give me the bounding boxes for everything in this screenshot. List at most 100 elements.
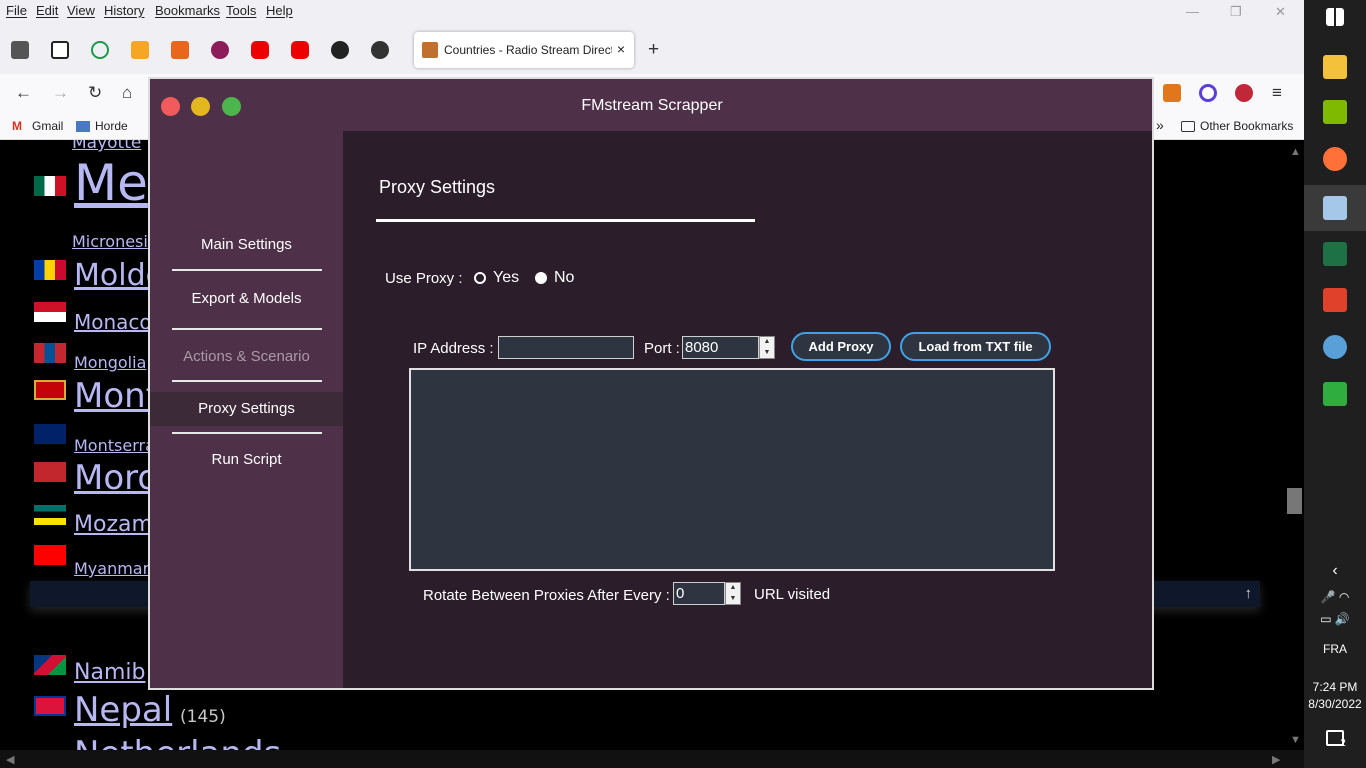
file-explorer-icon[interactable] xyxy=(1323,55,1347,79)
flag-myanmar-icon xyxy=(34,545,66,565)
port-input[interactable] xyxy=(682,336,759,359)
close-window-icon[interactable]: ✕ xyxy=(1275,4,1286,20)
sidebar-divider xyxy=(172,269,322,271)
rotate-stepper[interactable]: ▲ ▼ xyxy=(725,582,741,605)
page-horizontal-scrollbar[interactable]: ◀ ▶ xyxy=(0,750,1304,768)
country-link-namibia[interactable]: Namib xyxy=(74,660,145,685)
camtasia-icon[interactable] xyxy=(1323,288,1347,312)
battery-volume-icon[interactable]: ▭ 🔊 xyxy=(1304,612,1366,626)
port-down-icon[interactable]: ▼ xyxy=(760,348,774,358)
camtasia-green-icon[interactable] xyxy=(1323,382,1347,406)
scroll-left-arrow-icon[interactable]: ◀ xyxy=(6,753,14,766)
bookmark-horde[interactable]: Horde xyxy=(95,119,128,133)
pinned-tab-alien-icon[interactable] xyxy=(371,41,389,59)
menu-tools[interactable]: Tools xyxy=(226,3,256,18)
country-link-montenegro[interactable]: Mont xyxy=(74,376,159,416)
url-visited-label: URL visited xyxy=(754,586,831,603)
menu-bookmarks[interactable]: Bookmarks xyxy=(155,3,220,18)
use-proxy-yes-label[interactable]: Yes xyxy=(493,269,519,287)
sidebar-item-actions-scenario[interactable]: Actions & Scenario xyxy=(150,340,343,374)
tab-close-icon[interactable]: × xyxy=(617,41,625,57)
scroll-top-button[interactable]: ↑ xyxy=(1245,585,1253,602)
windows-taskbar: ‹ 🎤 ◠ ▭ 🔊 FRA 7:24 PM 8/30/2022 2 xyxy=(1304,0,1366,768)
bookmark-other[interactable]: Other Bookmarks xyxy=(1200,119,1293,133)
country-link-morocco[interactable]: Moro xyxy=(74,458,158,498)
sidebar-item-proxy-settings[interactable]: Proxy Settings xyxy=(150,392,343,426)
forward-icon[interactable]: → xyxy=(52,83,69,103)
port-label: Port : xyxy=(644,340,680,357)
sidebar-item-run-script[interactable]: Run Script xyxy=(150,443,343,477)
app-title: FMstream Scrapper xyxy=(581,97,723,114)
fmstream-app-icon[interactable] xyxy=(1323,196,1347,220)
extension-k-icon[interactable] xyxy=(1235,84,1253,102)
app-title-bar[interactable]: FMstream Scrapper xyxy=(150,79,1152,131)
rotate-count-input[interactable] xyxy=(673,582,725,605)
rotate-up-icon[interactable]: ▲ xyxy=(726,583,740,593)
pinned-tab-github-icon[interactable] xyxy=(331,41,349,59)
pinned-tab-etsy-icon[interactable] xyxy=(171,41,189,59)
country-link-netherlands[interactable]: Netherlands xyxy=(74,734,281,750)
use-proxy-no-label[interactable]: No xyxy=(554,269,574,287)
clock-date[interactable]: 8/30/2022 xyxy=(1304,697,1366,711)
scroll-down-arrow-icon[interactable]: ▼ xyxy=(1290,734,1301,746)
clock-time[interactable]: 7:24 PM xyxy=(1304,680,1366,694)
extension-circle-icon[interactable] xyxy=(1199,84,1217,102)
app-menu-icon[interactable]: ≡ xyxy=(1272,83,1282,103)
port-up-icon[interactable]: ▲ xyxy=(760,337,774,347)
use-proxy-no-radio[interactable] xyxy=(535,272,547,284)
minimize-icon[interactable]: — xyxy=(1186,4,1199,19)
pinned-tab-save-icon[interactable] xyxy=(11,41,29,59)
country-link-nepal[interactable]: Nepal xyxy=(74,690,172,730)
country-link-monaco[interactable]: Monaco xyxy=(74,310,152,334)
bookmarks-overflow-icon[interactable]: » xyxy=(1156,117,1164,133)
pinned-tab-grid-icon[interactable] xyxy=(131,41,149,59)
pinned-tab-youtube-icon-2[interactable] xyxy=(291,41,309,59)
use-proxy-yes-radio[interactable] xyxy=(474,272,486,284)
windows-start-icon[interactable] xyxy=(1326,8,1344,26)
back-icon[interactable]: ← xyxy=(15,83,32,103)
country-link-montserrat[interactable]: Montserra xyxy=(74,436,155,455)
excel-icon[interactable] xyxy=(1323,242,1347,266)
pinned-tab-youtube-icon[interactable] xyxy=(251,41,269,59)
reload-icon[interactable]: ↻ xyxy=(88,83,102,103)
add-proxy-button[interactable]: Add Proxy xyxy=(791,332,891,361)
sidebar-item-main-settings[interactable]: Main Settings xyxy=(150,228,343,262)
port-stepper[interactable]: ▲ ▼ xyxy=(759,336,775,359)
pinned-tab-leaf-icon[interactable] xyxy=(91,41,109,59)
rotate-down-icon[interactable]: ▼ xyxy=(726,594,740,604)
language-indicator[interactable]: FRA xyxy=(1304,642,1366,656)
menu-file[interactable]: File xyxy=(6,3,27,18)
tab-countries[interactable]: Countries - Radio Stream Directory × xyxy=(414,32,634,68)
scroll-right-arrow-icon[interactable]: ▶ xyxy=(1272,753,1280,766)
home-icon[interactable]: ⌂ xyxy=(122,83,132,103)
country-link-mongolia[interactable]: Mongolia xyxy=(74,353,146,372)
menu-help[interactable]: Help xyxy=(266,3,293,18)
country-link-mozambique[interactable]: Mozam xyxy=(74,512,153,537)
sidebar-item-export-models[interactable]: Export & Models xyxy=(150,282,343,316)
metamask-icon[interactable] xyxy=(1163,84,1181,102)
load-from-txt-button[interactable]: Load from TXT file xyxy=(900,332,1051,361)
page-vertical-scrollbar[interactable]: ▲ ▼ xyxy=(1285,140,1304,750)
mic-wifi-icon[interactable]: 🎤 ◠ xyxy=(1304,590,1366,604)
show-hidden-icons-icon[interactable]: ‹ xyxy=(1304,562,1366,580)
pinned-tab-bird-icon[interactable] xyxy=(51,41,69,59)
ip-address-input[interactable] xyxy=(498,336,634,359)
new-tab-button[interactable]: + xyxy=(648,39,659,61)
menu-history[interactable]: History xyxy=(104,3,144,18)
scrollbar-thumb[interactable] xyxy=(1287,488,1302,514)
pinned-tab-circle-icon[interactable] xyxy=(211,41,229,59)
notepad-icon[interactable] xyxy=(1323,100,1347,124)
firefox-icon[interactable] xyxy=(1323,147,1347,171)
menu-edit[interactable]: Edit xyxy=(36,3,58,18)
paint-icon[interactable] xyxy=(1323,335,1347,359)
scroll-up-arrow-icon[interactable]: ▲ xyxy=(1290,146,1301,158)
app-sidebar: Main Settings Export & Models Actions & … xyxy=(150,131,343,688)
restore-icon[interactable]: ❐ xyxy=(1230,4,1242,20)
country-link-micronesia[interactable]: Micronesi xyxy=(72,232,148,251)
bookmark-gmail[interactable]: Gmail xyxy=(32,119,63,133)
country-link-myanmar[interactable]: Myanmar xyxy=(74,559,149,578)
country-link-mayotte[interactable]: Mayotte xyxy=(72,140,141,153)
proxy-list[interactable] xyxy=(409,368,1055,571)
country-link-mexico[interactable]: Me xyxy=(74,154,148,212)
menu-view[interactable]: View xyxy=(67,3,95,18)
